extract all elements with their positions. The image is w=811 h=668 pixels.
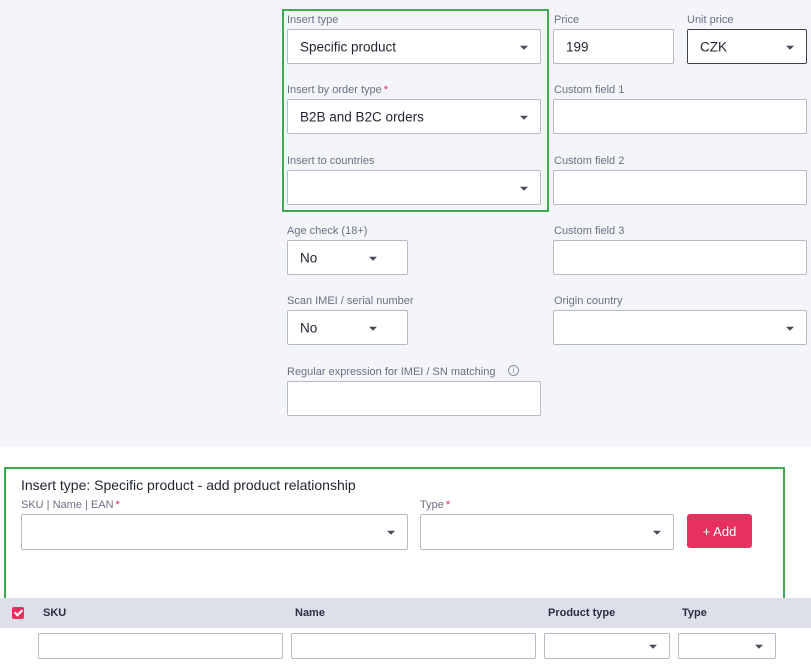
- order-type-label: Insert by order type *: [287, 84, 388, 96]
- chevron-down-icon: [786, 326, 794, 331]
- name-filter-input[interactable]: [291, 633, 536, 659]
- chevron-down-icon: [653, 530, 661, 535]
- insert-type-select[interactable]: Specific product: [287, 29, 541, 64]
- required-mark: *: [115, 499, 120, 511]
- product-type-filter-select[interactable]: [544, 633, 670, 659]
- insert-type-label: Insert type: [287, 14, 339, 26]
- table-header: SKU Name Product type Type: [0, 598, 811, 628]
- custom-field-2-label: Custom field 2: [554, 155, 625, 167]
- price-input[interactable]: 199: [553, 29, 674, 64]
- price-value: 199: [566, 39, 589, 54]
- chevron-down-icon: [786, 45, 794, 50]
- chevron-down-icon: [369, 326, 377, 331]
- sku-name-ean-label-text: SKU | Name | EAN: [21, 499, 114, 511]
- insert-type-value: Specific product: [300, 39, 397, 54]
- price-label: Price: [554, 14, 580, 26]
- order-type-value: B2B and B2C orders: [300, 109, 424, 124]
- column-header-sku[interactable]: SKU: [43, 607, 66, 619]
- custom-field-1-input[interactable]: [553, 99, 807, 134]
- chevron-down-icon: [387, 530, 395, 535]
- regex-input[interactable]: [287, 381, 541, 416]
- add-relationship-button[interactable]: + Add: [687, 514, 752, 548]
- unit-price-label: Unit price: [687, 14, 734, 26]
- relationship-section-title: Insert type: Specific product - add prod…: [21, 477, 356, 493]
- unit-price-value: CZK: [700, 39, 727, 54]
- relationship-type-label: Type *: [420, 499, 450, 511]
- chevron-down-icon: [369, 256, 377, 261]
- custom-field-3-label: Custom field 3: [554, 225, 625, 237]
- chevron-down-icon: [520, 45, 528, 50]
- chevron-down-icon: [649, 644, 657, 649]
- product-settings-panel: [0, 0, 811, 447]
- select-all-checkbox[interactable]: [12, 607, 24, 619]
- chevron-down-icon: [755, 644, 763, 649]
- chevron-down-icon: [520, 115, 528, 120]
- order-type-label-text: Insert by order type: [287, 84, 382, 96]
- column-header-name[interactable]: Name: [295, 607, 325, 619]
- scan-imei-value: No: [300, 320, 318, 335]
- age-check-label: Age check (18+): [287, 225, 368, 237]
- regex-label: Regular expression for IMEI / SN matchin…: [287, 366, 496, 378]
- type-filter-select[interactable]: [678, 633, 776, 659]
- column-header-product-type[interactable]: Product type: [548, 607, 615, 619]
- countries-select[interactable]: [287, 170, 541, 205]
- scan-imei-select[interactable]: No: [287, 310, 408, 345]
- age-check-value: No: [300, 250, 318, 265]
- sku-filter-input[interactable]: [38, 633, 283, 659]
- relationship-type-select[interactable]: [420, 514, 674, 550]
- sku-name-ean-select[interactable]: [21, 514, 408, 550]
- age-check-select[interactable]: No: [287, 240, 408, 275]
- chevron-down-icon: [520, 186, 528, 191]
- custom-field-3-input[interactable]: [553, 240, 807, 275]
- origin-country-label: Origin country: [554, 295, 623, 307]
- custom-field-1-label: Custom field 1: [554, 84, 625, 96]
- info-icon[interactable]: i: [508, 365, 519, 376]
- required-mark: *: [383, 84, 389, 96]
- sku-name-ean-label: SKU | Name | EAN *: [21, 499, 120, 511]
- custom-field-2-input[interactable]: [553, 170, 807, 205]
- column-header-type[interactable]: Type: [682, 607, 707, 619]
- order-type-select[interactable]: B2B and B2C orders: [287, 99, 541, 134]
- unit-price-select[interactable]: CZK: [687, 29, 807, 64]
- countries-label: Insert to countries: [287, 155, 375, 167]
- relationship-type-label-text: Type: [420, 499, 444, 511]
- required-mark: *: [445, 499, 451, 511]
- origin-country-select[interactable]: [553, 310, 807, 345]
- scan-imei-label: Scan IMEI / serial number: [287, 295, 414, 307]
